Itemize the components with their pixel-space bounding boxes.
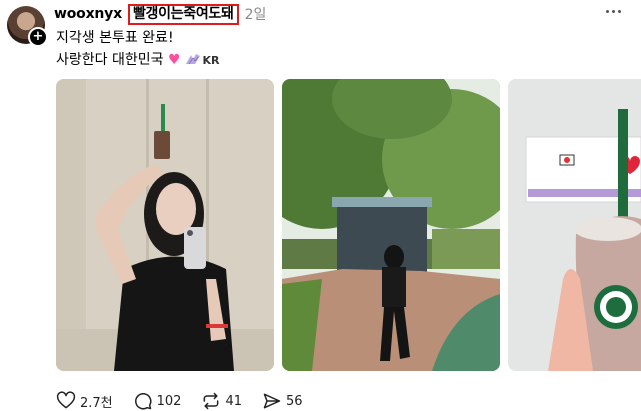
like-count: 2.7천	[80, 395, 113, 411]
heart-emoji-icon: ♥	[167, 52, 181, 68]
post-text-line-1: 지각생 본투표 완료!	[56, 30, 174, 46]
repost-button[interactable]: 41	[201, 391, 242, 411]
repost-count: 41	[225, 393, 243, 409]
heart-icon	[56, 391, 76, 409]
post-text-line-2-text: 사랑한다 대한민국	[56, 52, 164, 68]
share-icon	[263, 393, 281, 409]
kr-label: KR	[202, 54, 220, 67]
post-photo-3[interactable]	[508, 79, 641, 371]
comment-count: 102	[156, 393, 182, 409]
post-photo-1[interactable]	[56, 79, 274, 371]
action-bar: 2.7천 102 41 56	[56, 391, 323, 411]
repost-icon	[204, 392, 219, 410]
comment-icon	[134, 393, 152, 410]
post-time[interactable]: 2일	[245, 4, 267, 24]
share-button[interactable]: 56	[262, 391, 303, 411]
username[interactable]: wooxnyx	[54, 6, 122, 22]
comment-button[interactable]: 102	[133, 391, 182, 411]
wing-icon	[185, 54, 200, 65]
post-header: wooxnyx 빨갱이는죽여도돼 2일	[54, 3, 267, 25]
post-text: 지각생 본투표 완료! 사랑한다 대한민국 ♥ KR	[56, 27, 220, 72]
plus-icon[interactable]: +	[28, 27, 48, 47]
post-photo-2[interactable]	[282, 79, 500, 371]
avatar[interactable]: +	[7, 6, 48, 47]
like-button[interactable]: 2.7천	[56, 391, 113, 411]
highlighted-tag: 빨갱이는죽여도돼	[127, 3, 239, 25]
share-count: 56	[286, 393, 303, 409]
more-icon[interactable]	[603, 4, 623, 18]
post-text-line-2: 사랑한다 대한민국 ♥ KR	[56, 49, 220, 72]
